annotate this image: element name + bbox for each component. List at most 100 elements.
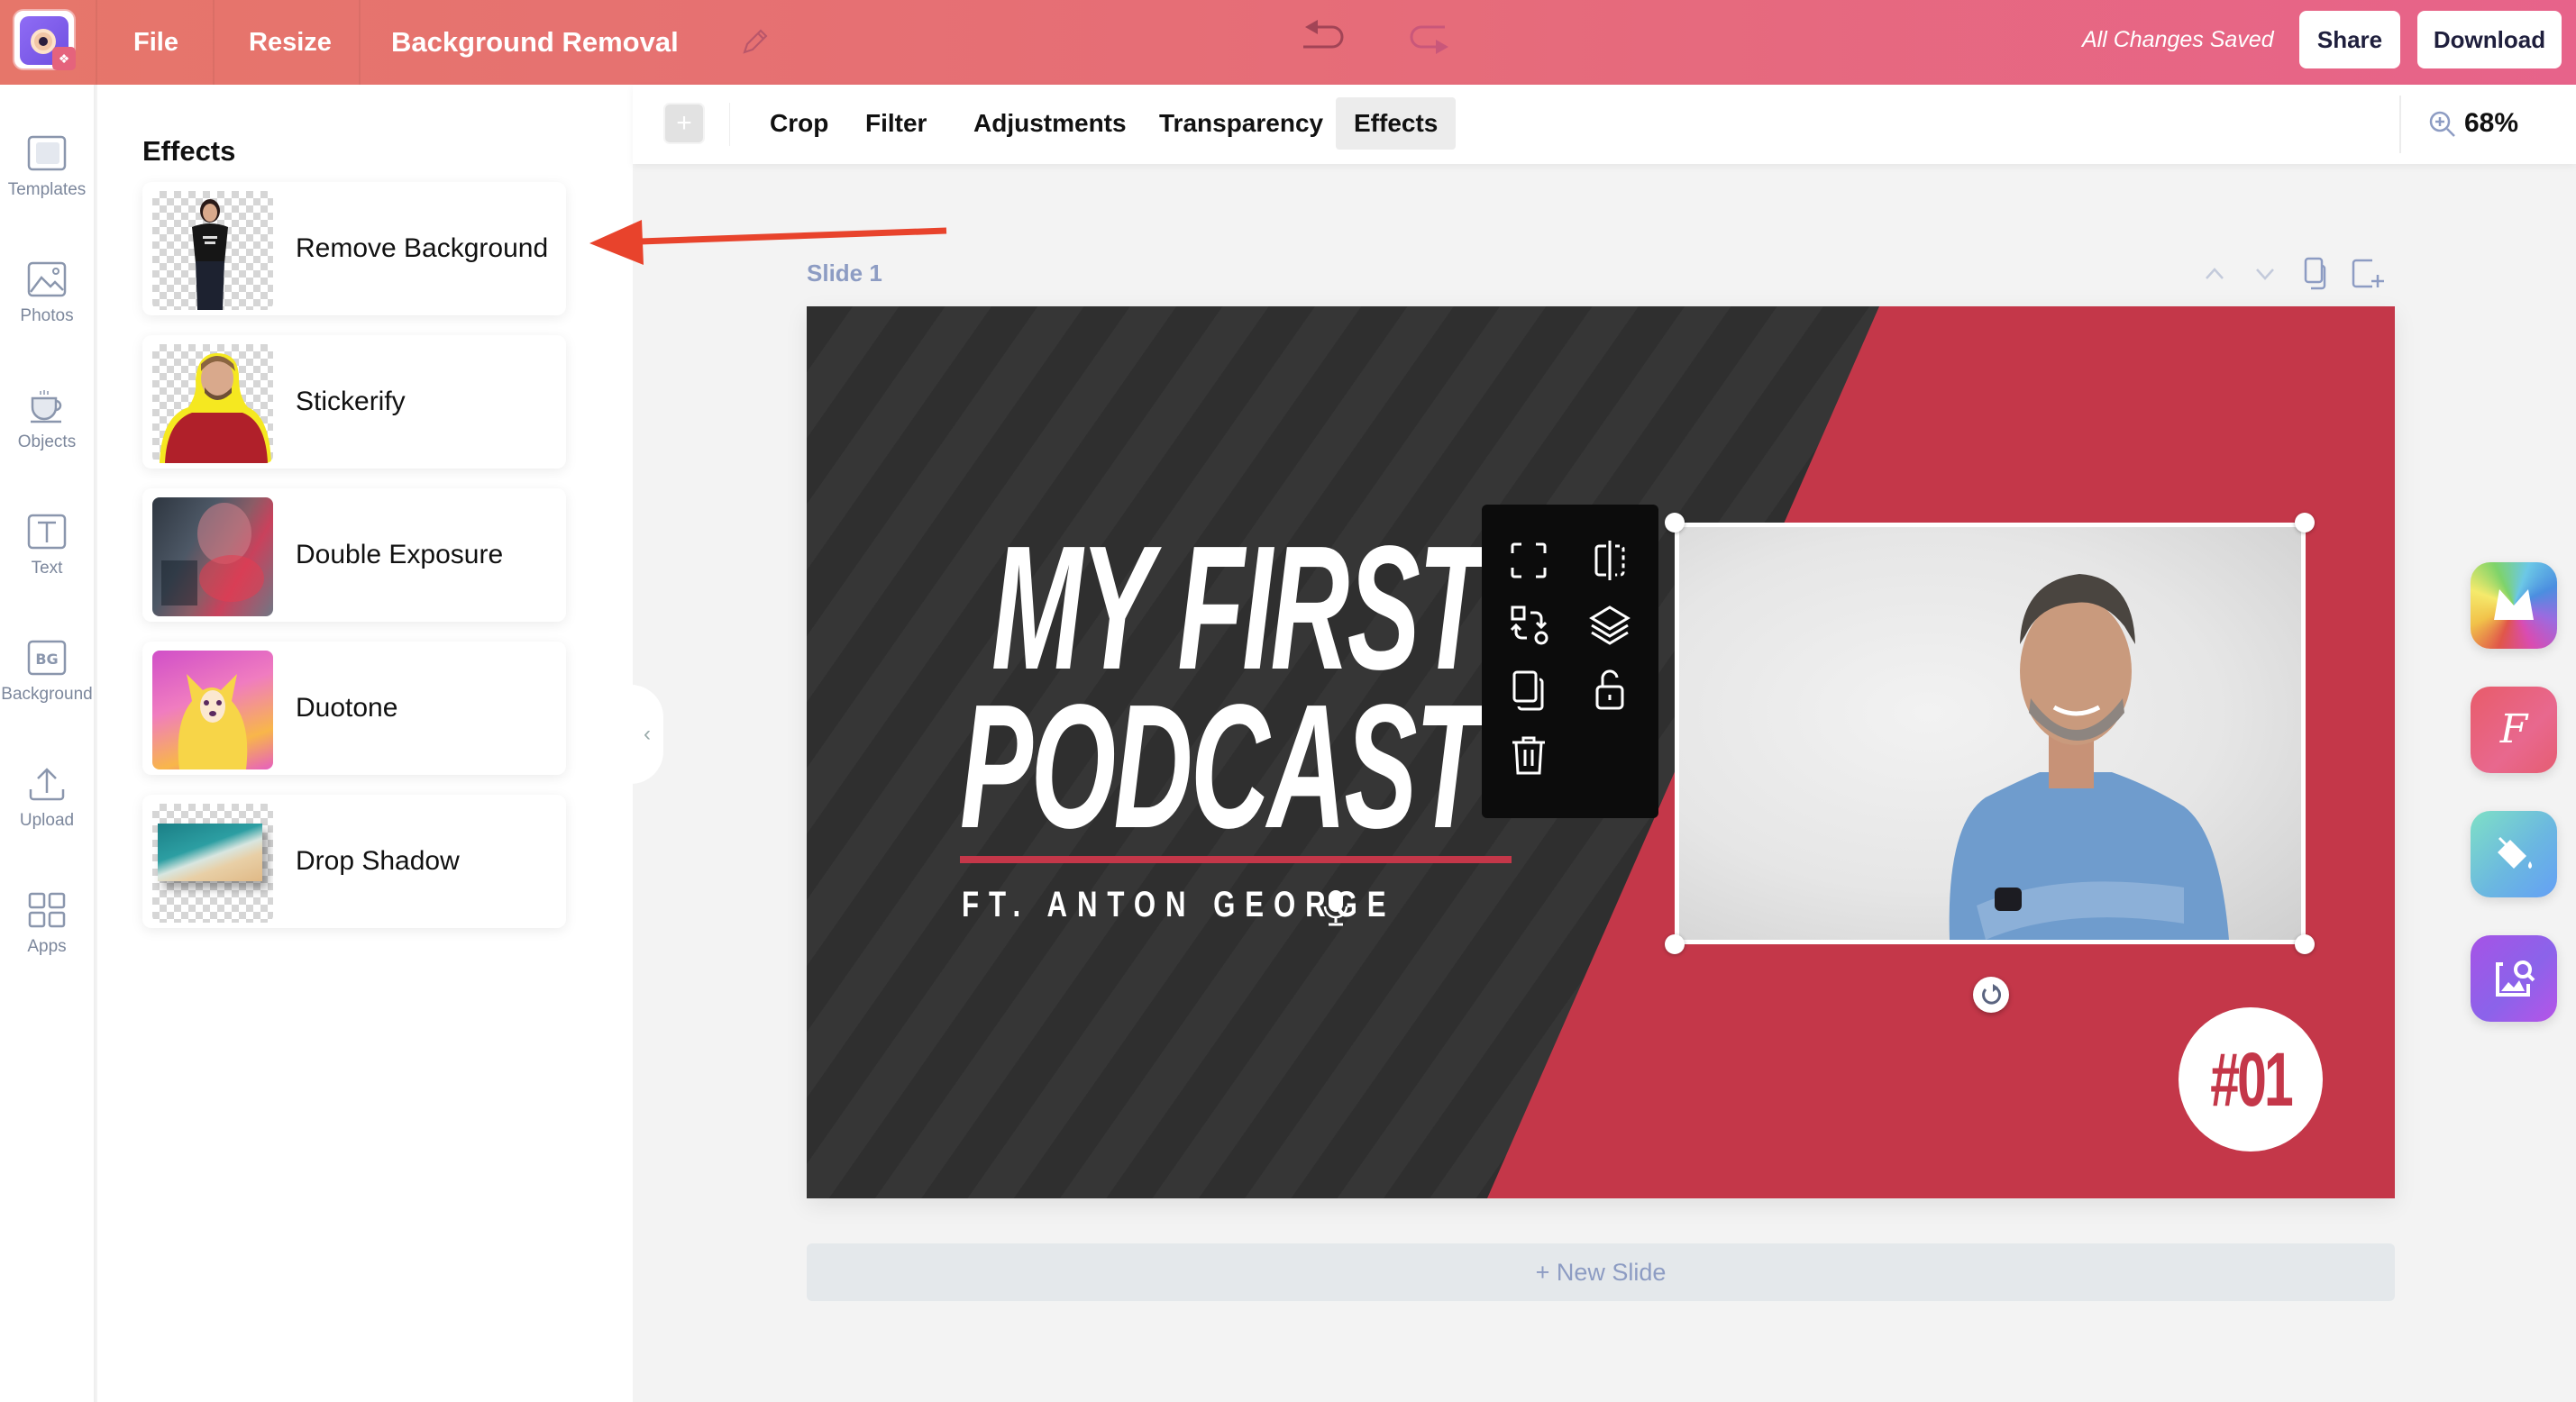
- object-toolbar: [1482, 505, 1658, 818]
- delete-icon[interactable]: [1507, 733, 1550, 777]
- rotate-handle[interactable]: [1973, 977, 2009, 1013]
- tab-filter[interactable]: Filter: [847, 97, 945, 150]
- zoom-control[interactable]: 68%: [2428, 97, 2518, 150]
- app-button-launcher[interactable]: [2471, 562, 2557, 649]
- selected-photo[interactable]: [1675, 523, 2306, 944]
- tab-transparency[interactable]: Transparency: [1141, 97, 1341, 150]
- svg-text:F: F: [2499, 706, 2529, 752]
- slide-title-line-2[interactable]: PODCAST: [960, 665, 1482, 868]
- divider: [96, 0, 97, 85]
- file-menu[interactable]: File: [133, 0, 178, 85]
- unlock-icon[interactable]: [1588, 669, 1631, 712]
- effect-label: Duotone: [296, 693, 398, 723]
- resize-handle-top-right[interactable]: [2295, 513, 2315, 533]
- divider: [2399, 96, 2401, 153]
- duplicate-icon[interactable]: [1507, 669, 1550, 712]
- rail-label: Templates: [7, 180, 87, 199]
- episode-badge[interactable]: #01: [2179, 1007, 2323, 1152]
- resize-handle-bottom-left[interactable]: [1665, 934, 1685, 954]
- rail-label: Background: [1, 685, 93, 704]
- font-f-icon: F: [2499, 706, 2529, 752]
- effect-remove-background[interactable]: Remove Background: [142, 182, 566, 315]
- flip-icon[interactable]: [1588, 539, 1631, 582]
- duplicate-slide-icon[interactable]: [2300, 255, 2331, 295]
- duotone-thumbnail: [152, 651, 273, 769]
- rail-label: Apps: [27, 937, 67, 956]
- upload-icon: [29, 768, 65, 801]
- share-button[interactable]: Share: [2299, 11, 2400, 68]
- effect-duotone[interactable]: Duotone: [142, 642, 566, 775]
- replace-icon[interactable]: [1507, 604, 1550, 647]
- move-slide-down-icon[interactable]: [2250, 255, 2280, 295]
- save-status: All Changes Saved: [2082, 27, 2274, 52]
- effect-double-exposure[interactable]: Double Exposure: [142, 488, 566, 622]
- effect-label: Stickerify: [296, 387, 406, 416]
- move-slide-up-icon[interactable]: [2199, 255, 2230, 295]
- app-button-image-search[interactable]: [2471, 935, 2557, 1022]
- rail-item-apps[interactable]: Apps: [0, 892, 94, 957]
- tab-crop[interactable]: Crop: [752, 97, 846, 150]
- divider: [359, 0, 361, 85]
- resize-handle-bottom-right[interactable]: [2295, 934, 2315, 954]
- photo-icon: [27, 261, 67, 297]
- tab-effects[interactable]: Effects: [1336, 97, 1457, 150]
- image-search-icon: [2496, 960, 2535, 997]
- app-button-fill[interactable]: [2471, 811, 2557, 897]
- undo-icon[interactable]: [1298, 16, 1352, 61]
- rename-pencil-icon[interactable]: [739, 25, 772, 58]
- redo-icon[interactable]: [1402, 20, 1456, 65]
- annotation-arrow-icon: [589, 220, 947, 265]
- image-toolbar: + Crop Filter Adjustments Transparency E…: [633, 85, 2576, 164]
- bg-badge-text: BG: [35, 651, 58, 668]
- paint-bucket-icon: [2498, 836, 2532, 869]
- portrait-photo: [1949, 574, 2229, 940]
- chevron-left-icon: ‹: [644, 722, 651, 746]
- rail-label: Photos: [20, 306, 74, 325]
- add-slide-icon[interactable]: [2349, 255, 2389, 295]
- logo-grid-badge-icon: ❖: [52, 47, 76, 70]
- panel-title: Effects: [142, 135, 236, 167]
- effect-label: Remove Background: [296, 233, 549, 263]
- text-icon: [27, 514, 67, 550]
- resize-menu[interactable]: Resize: [249, 0, 332, 85]
- crop-icon[interactable]: [1507, 539, 1550, 582]
- app-button-fonts[interactable]: F: [2471, 687, 2557, 773]
- effect-stickerify[interactable]: Stickerify: [142, 335, 566, 469]
- cup-icon: [31, 390, 62, 423]
- document-title[interactable]: Background Removal: [391, 0, 679, 85]
- rail-item-objects[interactable]: Objects: [0, 387, 94, 452]
- launcher-m-icon: [2494, 589, 2534, 620]
- rail-label: Objects: [17, 432, 77, 451]
- download-button[interactable]: Download: [2417, 11, 2562, 68]
- zoom-level: 68%: [2464, 108, 2519, 138]
- app-logo[interactable]: ❖: [13, 9, 76, 70]
- microphone-icon: [1323, 890, 1348, 926]
- left-nav-rail: Templates Photos Objects Text BG Backgro…: [0, 85, 96, 1402]
- rail-item-background[interactable]: BG Background: [0, 640, 94, 705]
- effect-drop-shadow[interactable]: Drop Shadow: [142, 795, 566, 928]
- rail-label: Upload: [19, 811, 75, 830]
- add-element-button[interactable]: +: [663, 103, 705, 144]
- effects-panel: Effects Remove Background Stickerify Dou…: [97, 85, 633, 1402]
- stickerify-thumbnail: [152, 344, 273, 463]
- effect-label: Drop Shadow: [296, 846, 460, 876]
- rail-item-upload[interactable]: Upload: [0, 766, 94, 831]
- collapse-panel-button[interactable]: ‹: [631, 685, 663, 784]
- divider: [213, 0, 215, 85]
- drop-shadow-sample: [158, 824, 262, 881]
- rail-item-templates[interactable]: Templates: [0, 135, 94, 200]
- rail-label: Text: [31, 559, 63, 578]
- layers-icon[interactable]: [1588, 604, 1631, 647]
- tab-adjustments[interactable]: Adjustments: [955, 97, 1145, 150]
- rail-item-text[interactable]: Text: [0, 514, 94, 578]
- effect-label: Double Exposure: [296, 540, 504, 569]
- divider: [729, 103, 730, 146]
- templates-icon: [27, 135, 67, 171]
- zoom-in-icon: [2429, 111, 2455, 137]
- remove-background-thumbnail: [152, 191, 273, 310]
- new-slide-button[interactable]: + New Slide: [807, 1243, 2395, 1301]
- bg-icon: BG: [27, 640, 67, 676]
- title-underline: [960, 856, 1512, 863]
- rail-item-photos[interactable]: Photos: [0, 261, 94, 326]
- resize-handle-top-left[interactable]: [1665, 513, 1685, 533]
